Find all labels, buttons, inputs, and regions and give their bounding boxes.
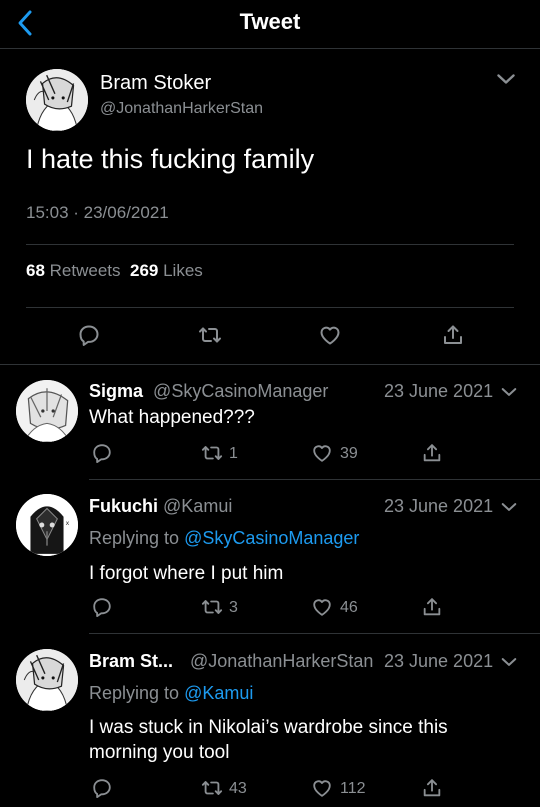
divider — [0, 364, 540, 365]
tweet-timestamp[interactable]: 15:03 · 23/06/2021 — [26, 203, 169, 223]
share-icon[interactable] — [421, 596, 443, 618]
share-icon[interactable] — [421, 442, 443, 464]
author-name[interactable]: Bram Stoker — [100, 72, 211, 95]
chevron-down-icon[interactable] — [499, 382, 519, 402]
like-count: 46 — [340, 599, 358, 616]
reply-author-handle[interactable]: @JonathanHarkerStan — [190, 651, 373, 672]
likes-count[interactable]: 269 — [130, 261, 158, 280]
reply-author-handle[interactable]: @Kamui — [163, 496, 232, 516]
replying-to: Replying to @Kamui — [89, 683, 254, 703]
like-count: 39 — [340, 445, 358, 462]
like-icon[interactable] — [318, 323, 342, 347]
retweet-icon[interactable] — [198, 323, 222, 347]
like-icon[interactable] — [311, 777, 333, 799]
retweet-icon[interactable] — [201, 596, 223, 618]
retweet-count: 1 — [229, 445, 238, 462]
divider — [89, 479, 540, 480]
reply-date[interactable]: 23 June 2021 — [384, 381, 493, 402]
chevron-down-icon[interactable] — [499, 652, 519, 672]
reply-icon[interactable] — [91, 596, 113, 618]
reply-text-line-2: morning you tool — [89, 742, 230, 763]
like-icon[interactable] — [311, 442, 333, 464]
likes-label[interactable]: Likes — [163, 261, 203, 280]
reply-icon[interactable] — [91, 777, 113, 799]
reply-author-handle[interactable]: @SkyCasinoManager — [153, 381, 328, 401]
share-icon[interactable] — [421, 777, 443, 799]
avatar[interactable] — [16, 494, 78, 556]
reply-icon[interactable] — [77, 323, 101, 347]
reply-text: What happened??? — [89, 407, 255, 428]
divider — [26, 244, 514, 245]
replying-to: Replying to @SkyCasinoManager — [89, 528, 360, 548]
tweet-text: I hate this fucking family — [26, 144, 315, 174]
avatar[interactable] — [16, 649, 78, 711]
reply-text-line-1: I was stuck in Nikolai’s wardrobe since … — [89, 717, 448, 738]
retweets-count[interactable]: 68 — [26, 261, 45, 280]
reply-author-name[interactable]: Sigma @SkyCasinoManager — [89, 381, 328, 402]
reply-author-name[interactable]: Bram St... — [89, 651, 173, 672]
like-count: 112 — [340, 780, 366, 797]
retweet-count: 3 — [229, 599, 238, 616]
reply-text: I forgot where I put him — [89, 563, 284, 584]
like-icon[interactable] — [311, 596, 333, 618]
avatar[interactable] — [16, 380, 78, 442]
reply-author-name[interactable]: Fukuchi @Kamui — [89, 496, 232, 517]
author-handle[interactable]: @JonathanHarkerStan — [100, 100, 263, 118]
retweet-count: 43 — [229, 780, 247, 797]
chevron-down-icon[interactable] — [494, 67, 518, 91]
reply-date[interactable]: 23 June 2021 — [384, 651, 493, 672]
page-title: Tweet — [239, 9, 301, 34]
share-icon[interactable] — [441, 323, 465, 347]
reply-icon[interactable] — [91, 442, 113, 464]
tweet-stats: 68 Retweets 269 Likes — [26, 261, 203, 281]
replying-to-link[interactable]: @Kamui — [184, 683, 253, 703]
chevron-down-icon[interactable] — [499, 497, 519, 517]
replying-to-link[interactable]: @SkyCasinoManager — [184, 528, 359, 548]
divider — [26, 307, 514, 308]
reply-date[interactable]: 23 June 2021 — [384, 496, 493, 517]
retweets-label[interactable]: Retweets — [50, 261, 121, 280]
avatar[interactable] — [26, 69, 88, 131]
retweet-icon[interactable] — [201, 777, 223, 799]
divider — [89, 633, 540, 634]
retweet-icon[interactable] — [201, 442, 223, 464]
